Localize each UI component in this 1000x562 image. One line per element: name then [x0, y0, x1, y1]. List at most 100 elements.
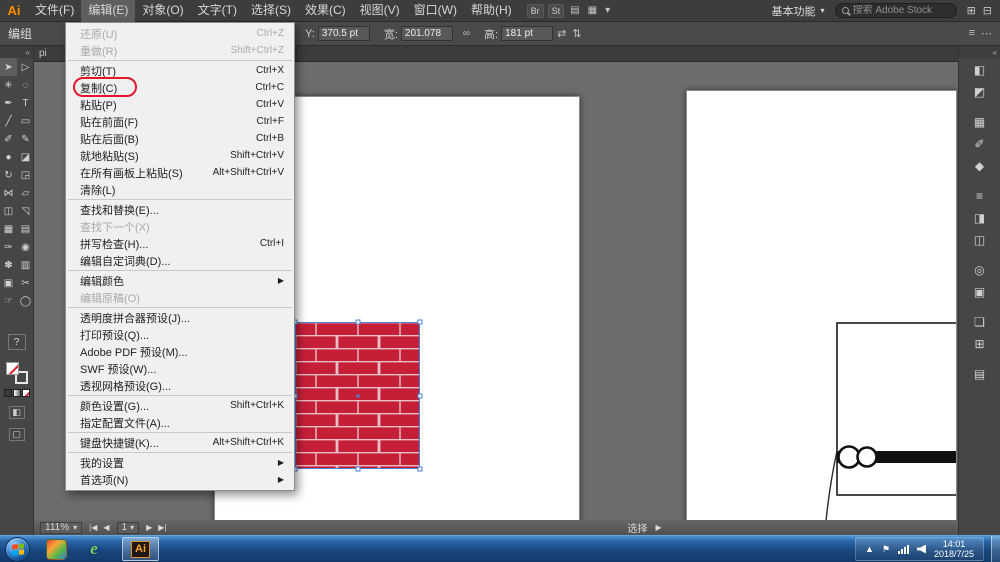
gradient-panel-icon[interactable]: ◨ [967, 208, 993, 228]
menubar-item[interactable]: 编辑(E) [81, 0, 135, 22]
edit-menu-item[interactable]: 首选项(N)▶ [66, 471, 294, 488]
edit-menu-item[interactable]: 透明度拼合器预设(J)... [66, 309, 294, 326]
brushes-panel-icon[interactable]: ✐ [967, 134, 993, 154]
edit-menu-item[interactable]: 编辑颜色▶ [66, 272, 294, 289]
menubar-item[interactable]: 对象(O) [135, 0, 190, 22]
screen-mode-button[interactable]: ▢ [9, 428, 25, 441]
perspective-grid-tool[interactable]: ◹ [17, 202, 34, 220]
constrain-proportions-icon[interactable]: ∞ [463, 28, 470, 39]
taskbar-media-app-icon[interactable] [44, 538, 68, 560]
free-transform-tool[interactable]: ▱ [17, 184, 34, 202]
pen-tool[interactable]: ✒ [0, 94, 17, 112]
gradient-button[interactable] [13, 389, 21, 397]
expand-panels-icon[interactable]: « [993, 48, 997, 57]
prev-artboard-button[interactable]: ◀ [100, 523, 112, 532]
graphic-styles-panel-icon[interactable]: ▣ [967, 282, 993, 302]
layers-panel-icon[interactable]: ❏ [967, 312, 993, 332]
first-artboard-button[interactable]: |◀ [86, 523, 100, 532]
magic-wand-tool[interactable]: ✳ [0, 76, 17, 94]
fill-swatch[interactable] [6, 362, 19, 375]
menubar-item[interactable]: 窗口(W) [407, 0, 464, 22]
start-button[interactable] [5, 537, 30, 562]
menubar-item[interactable]: 选择(S) [244, 0, 298, 22]
edit-menu-item[interactable]: 颜色设置(G)...Shift+Ctrl+K [66, 397, 294, 414]
edit-menu-item[interactable]: 剪切(T)Ctrl+X [66, 62, 294, 79]
edit-menu-item[interactable]: Adobe PDF 预设(M)... [66, 343, 294, 360]
menubar-item[interactable]: 效果(C) [298, 0, 353, 22]
symbol-sprayer-tool[interactable]: ✽ [0, 256, 17, 274]
scale-tool[interactable]: ◲ [17, 166, 34, 184]
edit-menu-item[interactable]: 透视网格预设(G)... [66, 377, 294, 394]
fill-stroke-indicator[interactable] [6, 362, 28, 384]
edit-menu-item[interactable]: SWF 预设(W)... [66, 360, 294, 377]
volume-icon[interactable] [917, 545, 926, 554]
selection-handle[interactable] [355, 467, 360, 472]
symbols-panel-icon[interactable]: ◆ [967, 156, 993, 176]
menubar-item[interactable]: 帮助(H) [464, 0, 519, 22]
edit-menu-item[interactable]: 清除(L) [66, 181, 294, 198]
rectangle-tool[interactable]: ▭ [17, 112, 34, 130]
drawing-mode-button[interactable]: ◧ [9, 406, 25, 419]
help-box[interactable]: ? [8, 334, 26, 350]
distribute-icon[interactable]: ⇅ [572, 27, 581, 40]
edit-menu-item[interactable]: 我的设置▶ [66, 454, 294, 471]
hand-tool[interactable]: ☞ [0, 292, 17, 310]
selected-object[interactable] [295, 322, 420, 469]
caret-down-icon[interactable]: ▾ [603, 5, 612, 16]
appearance-panel-icon[interactable]: ◎ [967, 260, 993, 280]
selection-tool[interactable]: ➤ [0, 58, 17, 76]
artboards-panel-icon[interactable]: ⊞ [967, 334, 993, 354]
last-artboard-button[interactable]: ▶| [155, 523, 169, 532]
app-logo-icon[interactable]: Ai [0, 3, 28, 18]
clock[interactable]: 14:01 2018/7/25 [934, 539, 974, 559]
none-button[interactable] [22, 389, 30, 397]
eyedropper-tool[interactable]: ✑ [0, 238, 17, 256]
panel-dock-icon[interactable]: ≡ [969, 27, 975, 40]
blob-brush-tool[interactable]: ● [0, 148, 17, 166]
edit-menu-item[interactable]: 查找和替换(E)... [66, 201, 294, 218]
width-tool[interactable]: ⋈ [0, 184, 17, 202]
edit-menu-item[interactable]: 编辑自定词典(D)... [66, 252, 294, 269]
taskbar-illustrator-button[interactable]: Ai [122, 537, 159, 561]
show-hidden-icons-icon[interactable]: ▲ [865, 544, 874, 555]
edit-menu-item[interactable]: 复制(C)Ctrl+C [66, 79, 294, 96]
line-drawing[interactable] [687, 91, 957, 520]
lasso-tool[interactable]: ◌ [17, 76, 34, 94]
grid-view-icon[interactable]: ⊞ [967, 4, 976, 17]
quick-button-st[interactable]: St [548, 4, 565, 18]
action-center-icon[interactable]: ⚑ [882, 544, 890, 555]
edit-menu-item[interactable]: 就地粘贴(S)Shift+Ctrl+V [66, 147, 294, 164]
column-graph-tool[interactable]: ▥ [17, 256, 34, 274]
direct-selection-tool[interactable]: ▷ [17, 58, 34, 76]
menubar-item[interactable]: 文字(T) [191, 0, 244, 22]
edit-menu-item[interactable]: 键盘快捷键(K)...Alt+Shift+Ctrl+K [66, 434, 294, 451]
shape-builder-tool[interactable]: ◫ [0, 202, 17, 220]
collapse-toolbar-icon[interactable]: « [26, 48, 30, 57]
workspace-switcher[interactable]: 基本功能 ▾ [772, 3, 825, 19]
menubar-item[interactable]: 视图(V) [353, 0, 407, 22]
selection-center-point[interactable] [356, 394, 359, 397]
selection-handle[interactable] [418, 467, 423, 472]
artboard-tool[interactable]: ▣ [0, 274, 17, 292]
type-tool[interactable]: T [17, 94, 34, 112]
arrange-documents-icon[interactable]: ▤ [568, 5, 581, 16]
paintbrush-tool[interactable]: ✐ [0, 130, 17, 148]
slice-tool[interactable]: ✂ [17, 274, 34, 292]
width-input[interactable] [401, 26, 453, 41]
mesh-tool[interactable]: ▦ [0, 220, 17, 238]
edit-menu-item[interactable]: 打印预设(Q)... [66, 326, 294, 343]
y-input[interactable] [318, 26, 370, 41]
edit-menu-item[interactable]: 贴在后面(B)Ctrl+B [66, 130, 294, 147]
transform-icon[interactable]: ⇄ [557, 27, 566, 40]
blend-tool[interactable]: ◉ [17, 238, 34, 256]
artboard-navigation-select[interactable]: 1 ▾ [117, 522, 140, 534]
edit-menu-item[interactable]: 在所有画板上粘贴(S)Alt+Shift+Ctrl+V [66, 164, 294, 181]
show-desktop-button[interactable] [991, 536, 1000, 562]
color-guide-panel-icon[interactable]: ◩ [967, 82, 993, 102]
menubar-item[interactable]: 文件(F) [28, 0, 81, 22]
selection-handle[interactable] [418, 320, 423, 325]
swatches-panel-icon[interactable]: ▦ [967, 112, 993, 132]
status-popup-icon[interactable]: ▶ [655, 523, 661, 532]
quick-button-br[interactable]: Br [527, 4, 544, 18]
gradient-tool[interactable]: ▤ [17, 220, 34, 238]
